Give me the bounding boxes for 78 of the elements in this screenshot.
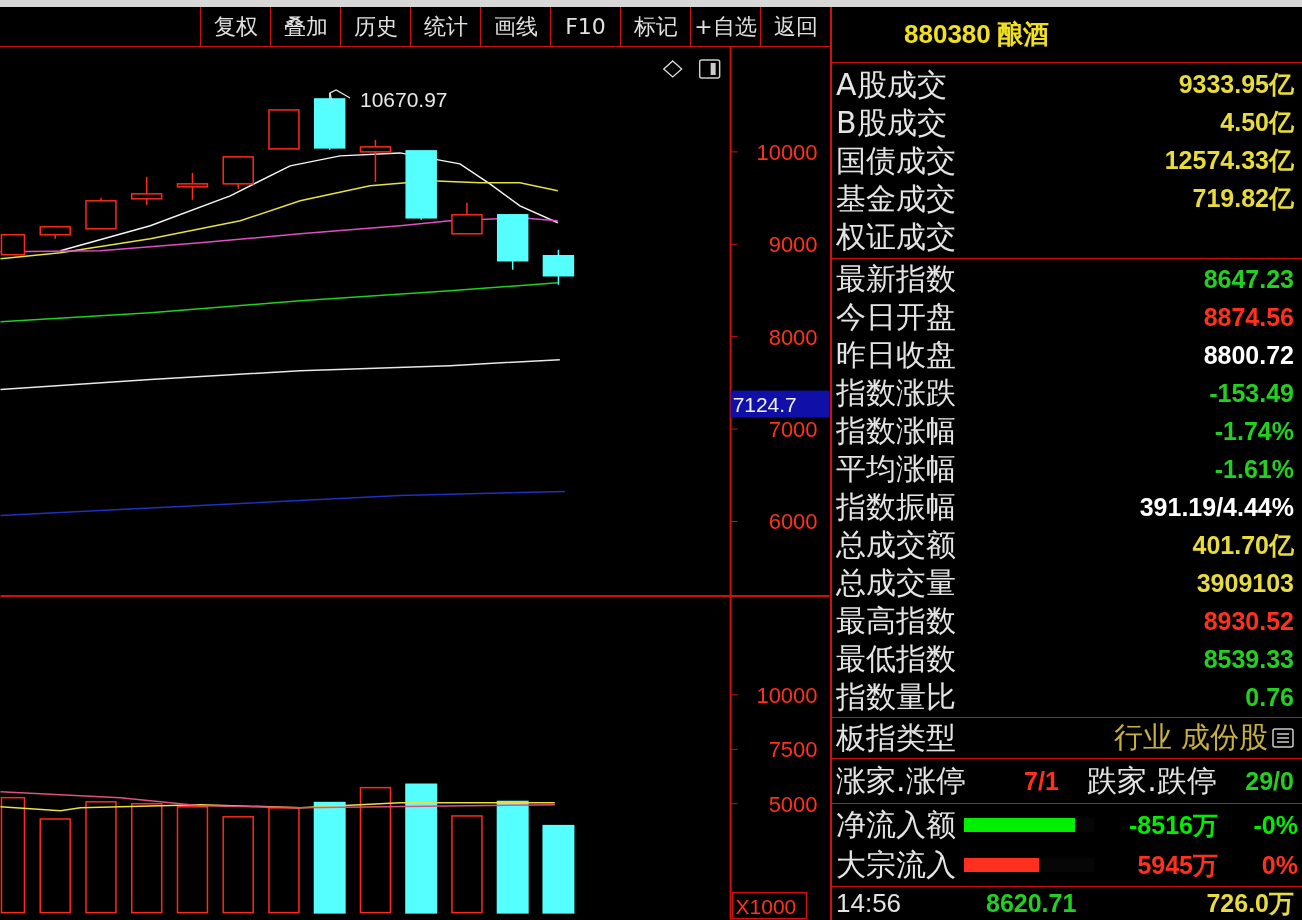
candlestick [176,172,209,201]
high-marker-icon [329,89,351,104]
stat-label: 涨家.涨停 [836,766,966,796]
stat-label: 国债成交 [836,145,956,176]
candlestick [222,156,254,190]
candlestick [405,150,437,221]
stat-value: 8647.23 [1203,264,1294,294]
candlestick [130,176,163,206]
candlestick [542,249,575,286]
axis-label: 8000 [768,324,818,350]
stat-value: 3909103 [1196,568,1294,598]
candlestick [268,109,300,150]
high-price-label: 10670.97 [360,87,448,111]
candlestick [359,139,392,183]
stat-label: 指数量比 [836,682,956,712]
stat-value: 8874.56 [1203,302,1294,332]
stat-value: 29/0 [1245,766,1294,796]
stat-label: 最高指数 [836,606,956,636]
axis-label: 5000 [768,792,818,818]
stat-label: 指数振幅 [836,492,956,522]
candlestick [313,92,346,151]
stat-value: 9333.95亿 [1178,69,1294,100]
stat-value: 8800.72 [1203,340,1294,370]
stat-label: B股成交 [836,107,947,138]
stat-label: 今日开盘 [836,302,956,332]
stat-label: 最新指数 [836,264,956,294]
tick-price: 8620.71 [986,889,1078,918]
candlestick [496,214,529,271]
stat-value: -8516万 [1128,809,1218,841]
axis-label: 10000 [756,683,818,709]
stat-label: 基金成交 [836,183,956,214]
stat-label: 跌家.跌停 [1087,766,1217,796]
tick-time: 14:56 [836,888,903,919]
stat-value: -1.61% [1214,454,1294,484]
current-price-label: 7124.7 [730,390,830,418]
stat-label: 指数涨跌 [836,378,956,408]
axis-label: 10000 [756,139,818,165]
stat-value: 5945万 [1136,849,1218,881]
unit-label: X1000 [731,892,808,920]
stat-value: 4.50亿 [1220,107,1294,138]
candlestick [39,226,71,240]
sector-type-link[interactable]: 行业 成份股 [1113,718,1268,758]
axis-label: 7500 [768,737,818,763]
stat-label: 净流入额 [836,810,956,840]
stat-label: 总成交量 [836,568,956,598]
stat-value: 719.82亿 [1192,183,1294,214]
stat-value: 7/1 [1024,766,1059,796]
stat-value: 401.70亿 [1192,529,1294,561]
candlestick [85,197,117,230]
stat-label: 指数涨幅 [836,416,956,446]
stat-value: -0% [1252,810,1298,840]
stat-label: A股成交 [836,69,947,100]
stat-value: 391.19/4.44% [1139,492,1294,522]
stat-label: 权证成交 [836,221,956,252]
index-code: 880380 [904,19,991,50]
stat-value: 8930.52 [1203,606,1294,636]
stat-value: 8539.33 [1203,644,1294,674]
tick-volume: 726.0万 [1206,888,1294,919]
axis-label: 9000 [768,232,818,258]
axis-label: 7000 [768,417,818,443]
stat-value: -153.49 [1209,378,1294,408]
stat-label: 昨日收盘 [836,340,956,370]
diamond-icon [662,60,683,78]
stat-label: 大宗流入 [836,850,956,880]
stat-value: 0.76 [1245,682,1294,712]
panel-toggle-icon[interactable] [698,59,721,79]
stat-value: 12574.33亿 [1164,145,1294,176]
stat-label: 板指类型 [836,723,956,753]
axis-label: 6000 [768,509,818,535]
stat-value: -1.74% [1214,416,1294,446]
candlestick [451,202,483,235]
index-name: 酿酒 [996,18,1049,51]
toolbar-button[interactable]: +自选 [690,7,760,46]
stat-label: 最低指数 [836,644,956,674]
stat-label: 平均涨幅 [836,454,956,484]
stat-label: 总成交额 [836,530,956,560]
list-icon[interactable] [1272,728,1294,748]
stat-value: 0% [1260,850,1298,880]
